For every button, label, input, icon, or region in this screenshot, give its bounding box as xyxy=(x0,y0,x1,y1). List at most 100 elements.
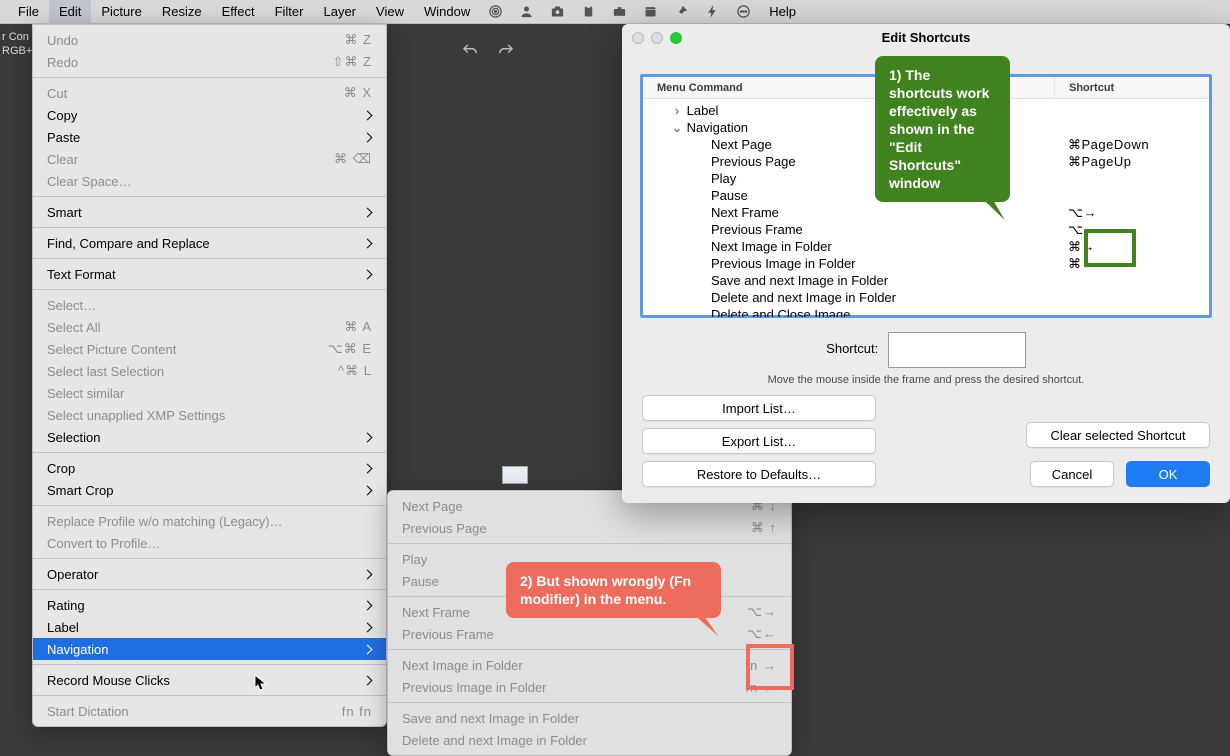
pin-icon[interactable] xyxy=(666,0,697,24)
person-icon[interactable] xyxy=(511,0,542,24)
briefcase-icon[interactable] xyxy=(604,0,635,24)
bolt-icon[interactable] xyxy=(697,0,728,24)
camera-icon[interactable] xyxy=(542,0,573,24)
tree-row-shortcut: ⌥→ xyxy=(1054,205,1209,221)
menu-item-shortcut: ⌥⌘ E xyxy=(328,341,372,357)
mouse-cursor-icon xyxy=(254,674,268,692)
menu-separator xyxy=(33,196,386,197)
menu-help[interactable]: Help xyxy=(759,0,806,24)
menu-item-label: Crop xyxy=(47,461,75,476)
menu-window[interactable]: Window xyxy=(414,0,480,24)
edit-menu-item[interactable]: Crop xyxy=(33,457,386,479)
menu-item-shortcut: fn fn xyxy=(342,704,372,719)
menu-resize[interactable]: Resize xyxy=(152,0,212,24)
tree-row[interactable]: Delete and Close Image xyxy=(643,306,1209,317)
clipboard-icon[interactable] xyxy=(573,0,604,24)
shortcut-input[interactable] xyxy=(888,332,1026,368)
nav-submenu-item: Next Image in Folderfn → xyxy=(388,654,791,676)
restore-defaults-button[interactable]: Restore to Defaults… xyxy=(642,461,876,487)
menu-separator xyxy=(33,558,386,559)
menu-item-label: Next Page xyxy=(402,499,463,514)
undo-arrow-icon[interactable] xyxy=(460,42,480,60)
canvas-thumbnail xyxy=(502,466,528,484)
tree-row-label: Previous Frame xyxy=(643,222,1054,237)
calendar-icon[interactable] xyxy=(635,0,666,24)
menu-item-shortcut: ⌥→ xyxy=(747,604,777,620)
submenu-arrow-icon xyxy=(364,270,372,278)
menu-item-label: Operator xyxy=(47,567,98,582)
edit-menu-item[interactable]: Copy xyxy=(33,104,386,126)
edit-menu-item[interactable]: Label xyxy=(33,616,386,638)
edit-menu-item[interactable]: Operator xyxy=(33,563,386,585)
edit-menu-item: Convert to Profile… xyxy=(33,532,386,554)
menu-item-shortcut: ⌘ A xyxy=(344,319,372,335)
menu-item-label: Smart xyxy=(47,205,82,220)
menu-file[interactable]: File xyxy=(8,0,49,24)
tree-row-label: Delete and Close Image xyxy=(643,307,1054,317)
tree-row-label: Previous Image in Folder xyxy=(643,256,1054,271)
menu-item-label: Clear Space… xyxy=(47,174,132,189)
tree-row-label: Delete and next Image in Folder xyxy=(643,290,1054,305)
edit-menu-item: Select… xyxy=(33,294,386,316)
tree-row[interactable]: Next Frame⌥→ xyxy=(643,204,1209,221)
menu-item-label: Text Format xyxy=(47,267,116,282)
edit-menu-item[interactable]: Smart Crop xyxy=(33,479,386,501)
disclosure-icon[interactable]: › xyxy=(671,103,683,118)
submenu-arrow-icon xyxy=(364,645,372,653)
submenu-arrow-icon xyxy=(364,623,372,631)
redo-arrow-icon[interactable] xyxy=(496,42,516,60)
zoom-window-dot[interactable] xyxy=(670,32,682,44)
menu-filter[interactable]: Filter xyxy=(265,0,314,24)
edit-menu-item[interactable]: Find, Compare and Replace xyxy=(33,232,386,254)
menu-item-label: Convert to Profile… xyxy=(47,536,160,551)
submenu-arrow-icon xyxy=(364,464,372,472)
close-window-dot[interactable] xyxy=(632,32,644,44)
edit-menu-item[interactable]: Selection xyxy=(33,426,386,448)
col-header-shortcut[interactable]: Shortcut xyxy=(1054,77,1209,98)
cancel-button[interactable]: Cancel xyxy=(1030,461,1114,487)
edit-menu-item[interactable]: Navigation xyxy=(33,638,386,660)
menu-picture[interactable]: Picture xyxy=(91,0,151,24)
annotation-highlight-red xyxy=(746,644,794,690)
tree-row[interactable]: Delete and next Image in Folder xyxy=(643,289,1209,306)
menu-separator xyxy=(388,649,791,650)
dots-icon[interactable] xyxy=(728,0,759,24)
edit-menu-item[interactable]: Paste xyxy=(33,126,386,148)
target-icon[interactable] xyxy=(480,0,511,24)
import-list-button[interactable]: Import List… xyxy=(642,395,876,421)
panel-title: Edit Shortcuts xyxy=(622,24,1230,52)
edit-menu-item[interactable]: Smart xyxy=(33,201,386,223)
clear-shortcut-button[interactable]: Clear selected Shortcut xyxy=(1026,422,1210,448)
menubar: File Edit Picture Resize Effect Filter L… xyxy=(0,0,1230,24)
menu-separator xyxy=(33,664,386,665)
menu-item-label: Select… xyxy=(47,298,96,313)
edit-menu-item[interactable]: Text Format xyxy=(33,263,386,285)
edit-menu-item[interactable]: Record Mouse Clicks xyxy=(33,669,386,691)
submenu-arrow-icon xyxy=(364,208,372,216)
edit-menu-item: Replace Profile w/o matching (Legacy)… xyxy=(33,510,386,532)
menu-edit[interactable]: Edit xyxy=(49,0,91,24)
export-list-button[interactable]: Export List… xyxy=(642,428,876,454)
menu-separator xyxy=(33,258,386,259)
edit-menu-item: Clear⌘ ⌫ xyxy=(33,148,386,170)
min-window-dot[interactable] xyxy=(651,32,663,44)
menu-item-label: Next Image in Folder xyxy=(402,658,523,673)
annotation-highlight-green xyxy=(1084,229,1136,267)
menu-separator xyxy=(33,695,386,696)
menu-item-label: Delete and next Image in Folder xyxy=(402,733,587,748)
menu-item-label: Navigation xyxy=(47,642,108,657)
edit-menu-item: Select All⌘ A xyxy=(33,316,386,338)
edit-menu-item[interactable]: Rating xyxy=(33,594,386,616)
ok-button[interactable]: OK xyxy=(1126,461,1210,487)
disclosure-icon[interactable]: ⌄ xyxy=(671,120,683,136)
menu-item-label: Undo xyxy=(47,33,78,48)
menu-view[interactable]: View xyxy=(366,0,414,24)
menu-layer[interactable]: Layer xyxy=(313,0,366,24)
submenu-arrow-icon xyxy=(364,111,372,119)
menu-separator xyxy=(33,505,386,506)
annotation-callout-2: 2) But shown wrongly (Fn modifier) in th… xyxy=(506,562,721,618)
tree-row[interactable]: Save and next Image in Folder xyxy=(643,272,1209,289)
nav-submenu-item: Save and next Image in Folder xyxy=(388,707,791,729)
menu-item-label: Play xyxy=(402,552,427,567)
menu-effect[interactable]: Effect xyxy=(212,0,265,24)
